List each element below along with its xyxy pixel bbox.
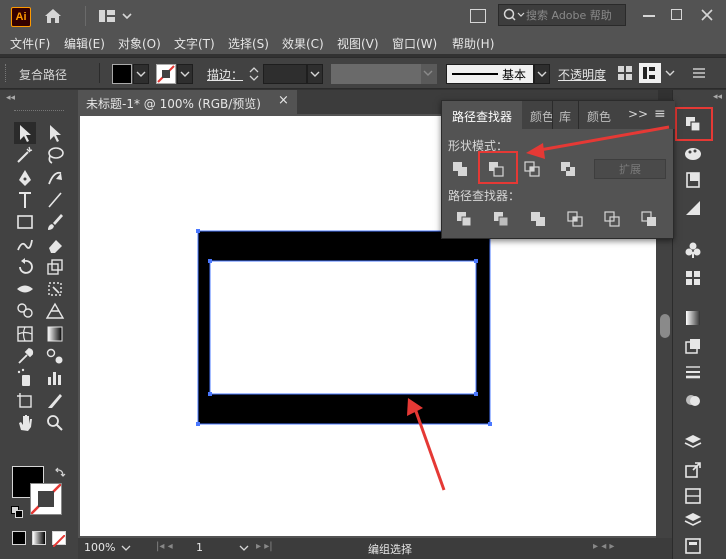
unite-icon[interactable] xyxy=(450,159,470,179)
color-dock-icon[interactable] xyxy=(683,144,703,164)
minus-back-icon[interactable] xyxy=(639,209,659,229)
expand-dock-icon[interactable]: ◂◂ xyxy=(713,92,722,102)
tab-library[interactable]: 库 xyxy=(552,101,578,129)
first-artboard-icon[interactable]: |◂ ◂ xyxy=(156,541,196,555)
transparency-dock-icon[interactable] xyxy=(683,308,703,328)
expand-button[interactable]: 扩展 xyxy=(594,159,666,179)
crop-icon[interactable] xyxy=(565,209,585,229)
panel-tab-strip: 路径查找器 颜色 库 颜色 >> ≡ xyxy=(442,101,675,129)
pathfinder-panel: 路径查找器 颜色 库 颜色 >> ≡ 形状模式： 扩展 路径查找器： xyxy=(441,100,675,239)
white-inner-rectangle[interactable] xyxy=(210,261,476,394)
highlight-dock-pathfinder xyxy=(675,107,713,141)
status-text: 编组选择 xyxy=(368,543,412,556)
highlight-minus-front xyxy=(478,151,518,184)
libraries-dock-icon[interactable] xyxy=(683,510,703,530)
status-bar: 100% |◂ ◂ 1 ▸ ▸| 编组选择 ▸ ◂ ▸ xyxy=(78,538,672,559)
export-dock-icon[interactable] xyxy=(683,460,703,480)
scroll-thumb[interactable] xyxy=(660,314,670,338)
stroke-dock-icon[interactable] xyxy=(683,362,703,382)
expand-button-label: 扩展 xyxy=(619,163,641,176)
zoom-level[interactable]: 100% xyxy=(84,541,115,554)
tab-color-label: 颜色 xyxy=(530,110,552,124)
exclude-icon[interactable] xyxy=(558,159,578,179)
gradient-dock-icon[interactable] xyxy=(683,198,703,218)
appearance-dock-icon[interactable] xyxy=(683,390,703,410)
artboard-number[interactable]: 1 xyxy=(196,541,203,554)
right-dock: ◂◂ xyxy=(672,90,726,559)
tab-color-guide[interactable]: 颜色 xyxy=(578,101,612,129)
trim-icon[interactable] xyxy=(491,209,511,229)
outline-icon[interactable] xyxy=(602,209,622,229)
color-guide-dock-icon[interactable] xyxy=(683,170,703,190)
panel-more-icon[interactable]: >> xyxy=(628,107,648,121)
tab-library-label: 库 xyxy=(559,110,572,124)
divide-icon[interactable] xyxy=(454,209,474,229)
tab-color-guide-label: 颜色 xyxy=(587,110,612,124)
merge-icon[interactable] xyxy=(528,209,548,229)
pathfinders-label: 路径查找器： xyxy=(448,189,521,203)
symbols-dock-icon[interactable] xyxy=(683,240,703,260)
properties-dock-icon[interactable] xyxy=(683,536,703,556)
swatches-dock-icon[interactable] xyxy=(683,268,703,288)
image-trace-dock-icon[interactable] xyxy=(683,336,703,356)
artboards-dock-icon[interactable] xyxy=(683,486,703,506)
artboard-dropdown-icon[interactable] xyxy=(238,542,250,554)
artwork-layer xyxy=(196,229,492,491)
layers-dock-icon[interactable] xyxy=(683,432,703,452)
status-scroll-arrows[interactable]: ▸ ◂ ▸ xyxy=(593,541,653,555)
last-artboard-icon[interactable]: ▸ ▸| xyxy=(256,541,296,555)
zoom-dropdown-icon[interactable] xyxy=(120,542,132,554)
intersect-icon[interactable] xyxy=(522,159,542,179)
tab-pathfinder-label: 路径查找器 xyxy=(452,110,513,124)
tab-pathfinder[interactable]: 路径查找器 xyxy=(442,101,522,129)
panel-menu-icon[interactable]: ≡ xyxy=(654,106,666,122)
tab-color[interactable]: 颜色 xyxy=(522,101,552,129)
